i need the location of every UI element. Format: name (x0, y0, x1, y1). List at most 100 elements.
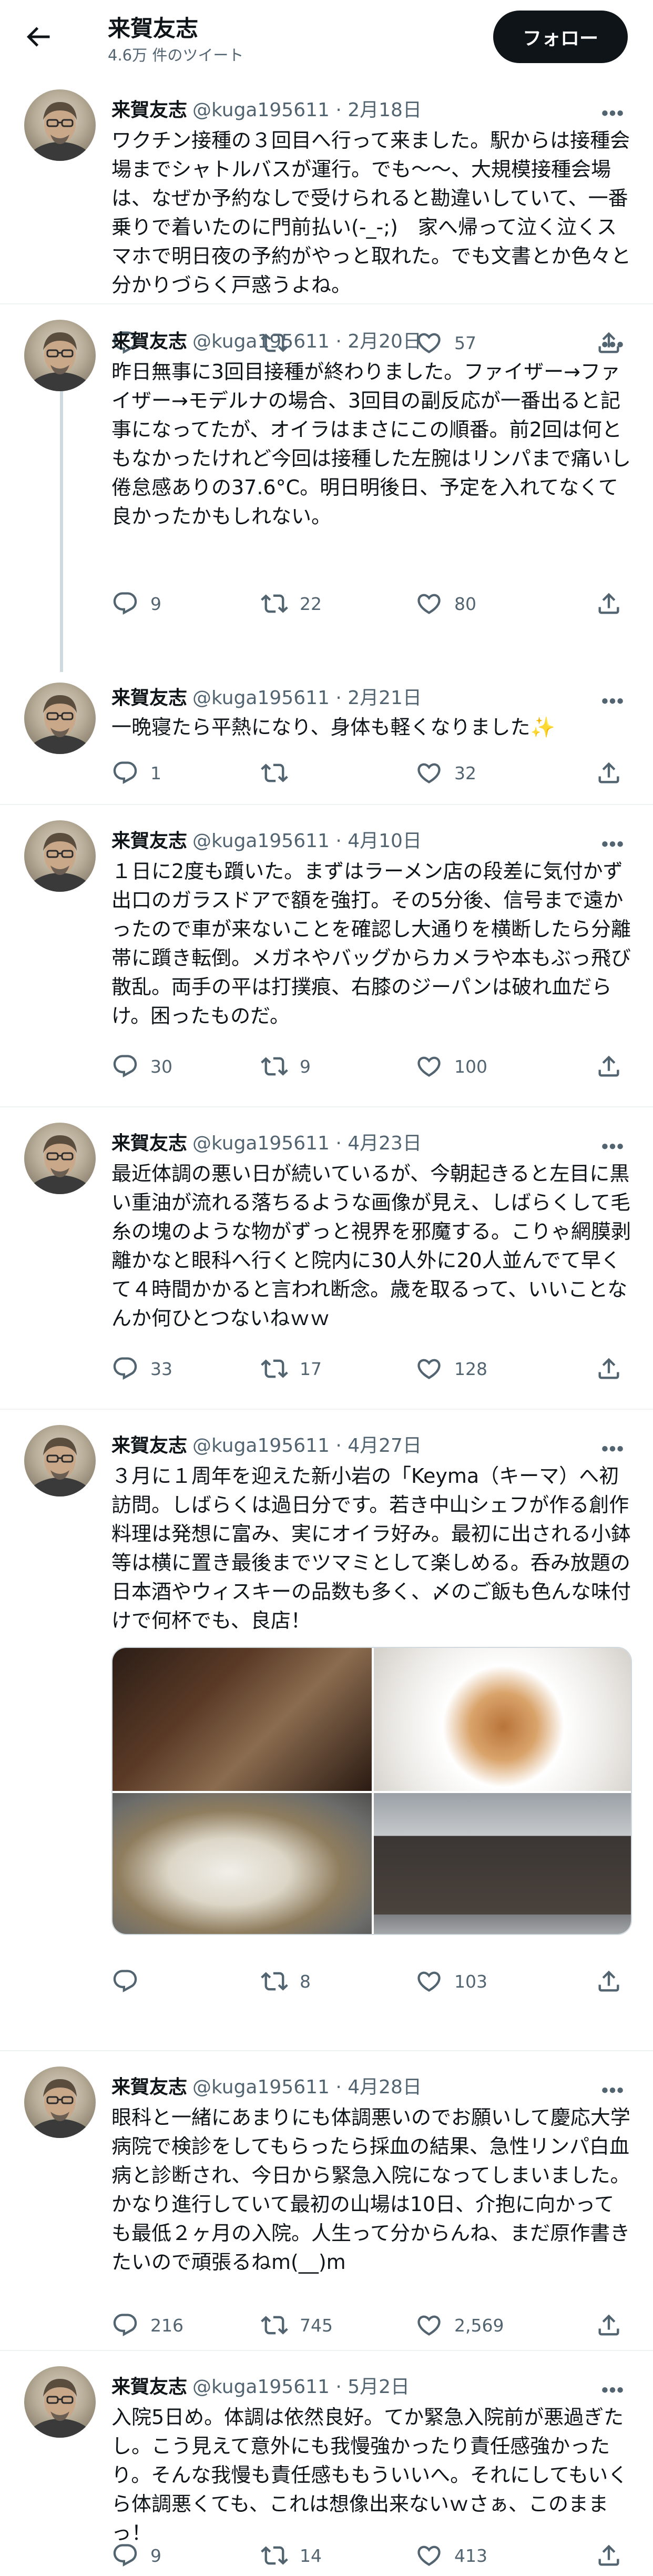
avatar[interactable] (24, 1123, 96, 1194)
author-name[interactable]: 来賀友志 (111, 830, 187, 852)
photo-fish-dish[interactable] (113, 1793, 372, 1934)
like-button[interactable]: 32 (415, 757, 476, 789)
photo-plated-dish[interactable] (374, 1648, 631, 1791)
author-name[interactable]: 来賀友志 (111, 2376, 187, 2398)
retweet-icon (261, 1359, 288, 1378)
avatar[interactable] (24, 1425, 96, 1496)
avatar[interactable] (24, 820, 96, 892)
tweet-actions: 33 17 128 (111, 1353, 632, 1384)
more-button[interactable] (594, 2371, 631, 2398)
tweet-divider (0, 303, 653, 304)
share-button[interactable] (595, 757, 623, 789)
author-name[interactable]: 来賀友志 (111, 1133, 187, 1154)
retweet-button[interactable]: 745 (261, 2309, 333, 2341)
reply-count: 9 (150, 2545, 161, 2566)
media-grid[interactable] (111, 1647, 632, 1935)
more-button[interactable] (594, 1430, 631, 1457)
share-button[interactable] (595, 2309, 623, 2341)
more-button[interactable] (594, 1128, 631, 1154)
author-handle-date[interactable]: @kuga195611 · 2月18日 (192, 99, 422, 121)
retweet-count: 745 (300, 2315, 333, 2336)
more-horizontal-icon (602, 698, 623, 704)
more-button[interactable] (594, 326, 631, 352)
author-name[interactable]: 来賀友志 (111, 687, 187, 709)
share-button[interactable] (595, 1966, 623, 1997)
retweet-button[interactable]: 14 (261, 2540, 322, 2571)
author-name[interactable]: 来賀友志 (111, 99, 187, 121)
retweet-button[interactable]: 22 (261, 588, 322, 619)
like-button[interactable]: 103 (415, 1966, 487, 1997)
author-handle-date[interactable]: @kuga195611 · 4月23日 (192, 1133, 422, 1154)
like-button[interactable]: 80 (415, 588, 476, 619)
retweet-icon (261, 763, 288, 782)
reply-button[interactable]: 1 (111, 757, 161, 789)
profile-header: 来賀友志 4.6万 件のツイート フォロー (0, 0, 653, 74)
retweet-icon (261, 594, 288, 613)
heart-icon (417, 594, 441, 614)
photo-restaurant-exterior[interactable] (374, 1793, 631, 1934)
tweet-text: 一晩寝たら平熱になり、身体も軽くなりました✨ (111, 716, 555, 739)
retweet-count: 8 (300, 1971, 311, 1992)
author-handle-date[interactable]: @kuga195611 · 2月20日 (192, 331, 422, 352)
tweet-text: 入院5日め。体調は依然良好。てか緊急入院前が悪過ぎたし。こう見えて意外にも我慢強… (111, 2406, 628, 2544)
reply-button[interactable]: 33 (111, 1353, 172, 1384)
retweet-button[interactable] (261, 757, 300, 789)
reply-button[interactable]: 216 (111, 2309, 183, 2341)
avatar[interactable] (24, 320, 96, 391)
retweet-button[interactable]: 8 (261, 1966, 311, 1997)
more-button[interactable] (594, 95, 631, 121)
tweet-actions: 8 103 (111, 1966, 632, 1997)
like-button[interactable]: 57 (415, 327, 476, 359)
heart-icon (417, 1359, 441, 1379)
retweet-count: 9 (300, 1056, 311, 1077)
share-button[interactable] (595, 2540, 623, 2571)
retweet-button[interactable]: 9 (261, 1051, 311, 1082)
photo-appetizer[interactable] (113, 1648, 372, 1791)
like-count: 413 (454, 2545, 487, 2566)
retweet-icon (261, 1972, 288, 1991)
author-handle-date[interactable]: @kuga195611 · 2月21日 (192, 687, 422, 709)
tweet-meta: 来賀友志 @kuga195611 · 4月10日 (111, 826, 422, 852)
tweet-count: 4.6万 件のツイート (108, 46, 244, 64)
author-name[interactable]: 来賀友志 (111, 1435, 187, 1457)
like-button[interactable]: 128 (415, 1353, 487, 1384)
like-count: 32 (454, 762, 476, 783)
reply-icon (113, 2544, 137, 2567)
author-name[interactable]: 来賀友志 (111, 2076, 187, 2098)
avatar[interactable] (24, 2366, 96, 2438)
author-handle-date[interactable]: @kuga195611 · 5月2日 (192, 2376, 410, 2398)
reply-button[interactable] (111, 1966, 150, 1997)
tweet-actions: 1 32 (111, 757, 632, 789)
reply-icon (113, 1970, 137, 1993)
share-button[interactable] (595, 1051, 623, 1082)
author-handle-date[interactable]: @kuga195611 · 4月27日 (192, 1435, 422, 1457)
reply-button[interactable]: 9 (111, 2540, 161, 2571)
reply-button[interactable]: 30 (111, 1051, 172, 1082)
author-handle-date[interactable]: @kuga195611 · 4月28日 (192, 2076, 422, 2098)
more-button[interactable] (594, 826, 631, 852)
follow-button[interactable]: フォロー (493, 11, 628, 63)
share-button[interactable] (595, 1353, 623, 1384)
author-name[interactable]: 来賀友志 (111, 331, 187, 352)
more-horizontal-icon (602, 2387, 623, 2393)
like-button[interactable]: 413 (415, 2540, 487, 2571)
more-button[interactable] (594, 683, 631, 709)
like-button[interactable]: 2,569 (415, 2309, 504, 2341)
more-horizontal-icon (602, 110, 623, 116)
avatar[interactable] (24, 683, 96, 754)
avatar[interactable] (24, 89, 96, 161)
tweet-divider (0, 2350, 653, 2351)
tweet-actions: 9 14 413 (111, 2540, 632, 2571)
share-button[interactable] (595, 588, 623, 619)
like-button[interactable]: 100 (415, 1051, 487, 1082)
more-button[interactable] (594, 2072, 631, 2098)
reply-button[interactable]: 9 (111, 588, 161, 619)
author-handle-date[interactable]: @kuga195611 · 4月10日 (192, 830, 422, 852)
avatar[interactable] (24, 2066, 96, 2138)
like-count: 128 (454, 1358, 487, 1379)
retweet-button[interactable]: 17 (261, 1353, 322, 1384)
tweet-divider (0, 2050, 653, 2051)
back-button[interactable] (22, 21, 54, 53)
reply-count: 1 (150, 762, 161, 783)
retweet-icon (261, 2316, 288, 2335)
